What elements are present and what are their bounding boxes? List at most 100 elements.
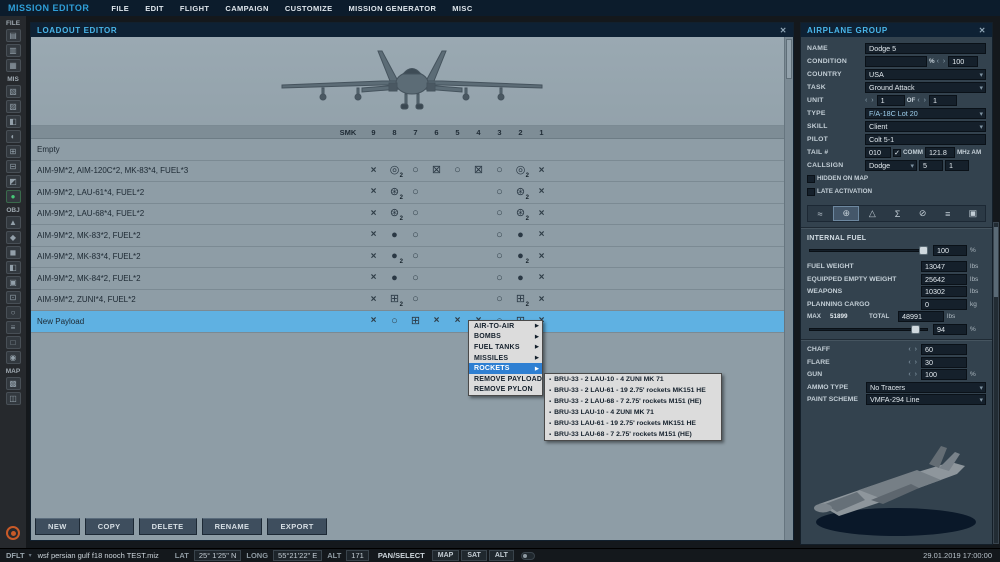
gun-value[interactable]: 100 — [921, 369, 967, 381]
tail-number-field[interactable] — [865, 147, 891, 158]
status-green-icon[interactable]: ● — [5, 190, 21, 203]
tab-failures[interactable]: ⊘ — [911, 206, 935, 221]
context-menu-item-rockets[interactable]: ROCKETS ▶ — [469, 363, 542, 374]
equipped-empty-weight-value[interactable]: 25642 — [921, 273, 967, 285]
menu-flight[interactable]: FLIGHT — [172, 4, 217, 13]
task-dropdown[interactable]: Ground Attack — [865, 82, 986, 93]
menu-misc[interactable]: MISC — [444, 4, 480, 13]
late-activation-checkbox[interactable] — [807, 187, 815, 196]
callsign-number-1[interactable]: 5 — [919, 160, 943, 171]
context-menu-item-remove-pylon[interactable]: REMOVE PYLON — [469, 385, 542, 396]
menu-file[interactable]: FILE — [103, 4, 137, 13]
template-icon[interactable]: ⊡ — [5, 291, 21, 304]
zone-icon[interactable]: ○ — [5, 306, 21, 319]
right-panel-scrollbar[interactable] — [993, 222, 999, 544]
submenu-item-bru-33-lau-68-7-2-75-rockets-m151-he[interactable]: ▪ BRU-33 LAU-68 - 7 2.75' rockets M151 (H… — [545, 429, 721, 440]
options-icon[interactable]: ⊞ — [5, 145, 21, 158]
weapons-value[interactable]: 10302 — [921, 286, 967, 298]
vehicle-icon[interactable]: ◧ — [5, 261, 21, 274]
context-menu-item-remove-payload[interactable]: REMOVE PAYLOAD — [469, 374, 542, 385]
condition-number[interactable]: 100 — [948, 56, 979, 67]
condition-field[interactable] — [865, 56, 927, 67]
triggers-icon[interactable]: ◩ — [5, 175, 21, 188]
rename-button[interactable]: RENAME — [201, 518, 263, 535]
name-field[interactable] — [865, 43, 986, 54]
payload-row-aim-9m-2-lau-61-4-fuel-2[interactable]: AIM-9M*2, LAU-61*4, FUEL*2 × ⊛ 2 ○ ○ ⊛ 2 × — [31, 182, 784, 204]
tab-loadout[interactable]: ⊕ — [833, 206, 860, 221]
toggle-pill-icon[interactable] — [520, 551, 535, 560]
payload-row-aim-9m-2-mk-83-4-fuel-2[interactable]: AIM-9M*2, MK-83*4, FUEL*2 × ● 2 ○ ○ ● 2 × — [31, 246, 784, 268]
hidden-on-map-checkbox[interactable] — [807, 174, 815, 183]
payload-row-empty[interactable]: Empty — [31, 139, 784, 161]
close-icon[interactable]: ✕ — [780, 26, 787, 35]
loadout-scrollbar[interactable] — [784, 37, 793, 540]
submenu-item-bru-33-lau-10-4-zuni-mk-71[interactable]: ▪ BRU-33 LAU-10 - 4 ZUNI MK 71 — [545, 407, 721, 418]
skill-dropdown[interactable]: Client — [865, 121, 986, 132]
submenu-item-bru-33-2-lau-10-4-zuni-mk-71[interactable]: ▪ BRU-33 - 2 LAU-10 - 4 ZUNI MK 71 — [545, 374, 721, 385]
condition-spinner-icon[interactable]: ‹ › — [937, 58, 947, 65]
comm-frequency-field[interactable] — [924, 147, 955, 158]
marker-icon[interactable]: ◉ — [5, 351, 21, 364]
tab-advanced[interactable]: △ — [860, 206, 884, 221]
gun-spinner-icon[interactable]: ‹ › — [908, 371, 918, 378]
time-icon[interactable]: ◐ — [5, 130, 21, 143]
context-menu-item-air-to-air[interactable]: AIR-TO-AIR ▶ — [469, 321, 542, 332]
context-menu-item-fuel-tanks[interactable]: FUEL TANKS ▶ — [469, 342, 542, 353]
chaff-spinner-icon[interactable]: ‹ › — [908, 346, 918, 353]
save-mission-icon[interactable]: ▦ — [5, 59, 21, 72]
helicopter-icon[interactable]: ◆ — [5, 231, 21, 244]
weather-icon[interactable]: ◧ — [5, 115, 21, 128]
menu-mission-generator[interactable]: MISSION GENERATOR — [341, 4, 445, 13]
statusbar-alt-button[interactable]: ALT — [488, 550, 514, 561]
new-mission-icon[interactable]: ▤ — [5, 29, 21, 42]
layers-icon[interactable]: ▩ — [5, 377, 21, 390]
payload-row-aim-9m-2-mk-83-2-fuel-2[interactable]: AIM-9M*2, MK-83*2, FUEL*2 × ● ○ ○ ● × — [31, 225, 784, 247]
payload-row-aim-9m-2-mk-84-2-fuel-2[interactable]: AIM-9M*2, MK-84*2, FUEL*2 × ● ○ ○ ● × — [31, 268, 784, 290]
planning-cargo-value[interactable]: 0 — [921, 298, 967, 310]
airplane-icon[interactable]: ▲ — [5, 216, 21, 229]
callsign-number-2[interactable]: 1 — [945, 160, 969, 171]
ship-icon[interactable]: ◼ — [5, 246, 21, 259]
pan-select-label[interactable]: PAN/SELECT — [378, 551, 425, 560]
tab-route[interactable]: ≈ — [808, 206, 832, 221]
tab-summary[interactable]: Σ — [885, 206, 909, 221]
flare-value[interactable]: 30 — [921, 356, 967, 368]
aircraft-3d-preview[interactable] — [801, 422, 992, 544]
statusbar-map-button[interactable]: MAP — [431, 550, 460, 561]
country-dropdown[interactable]: USA — [865, 69, 986, 80]
fuel-weight-value[interactable]: 13047 — [921, 261, 967, 273]
menu-campaign[interactable]: CAMPAIGN — [217, 4, 276, 13]
context-menu-item-missiles[interactable]: MISSILES ▶ — [469, 353, 542, 364]
copy-button[interactable]: COPY — [84, 518, 134, 535]
type-dropdown[interactable]: F/A-18C Lot 20 — [865, 108, 986, 119]
total-weight-slider[interactable] — [809, 324, 928, 334]
submenu-item-bru-33-lau-61-19-2-75-rockets-mk151-he[interactable]: ▪ BRU-33 LAU-61 - 19 2.75' rockets MK151 … — [545, 418, 721, 429]
map-options-icon[interactable]: ◫ — [5, 392, 21, 405]
delete-button[interactable]: DELETE — [138, 518, 197, 535]
paint-scheme-dropdown[interactable]: VMFA-294 Line — [866, 394, 986, 406]
pilot-field[interactable] — [865, 134, 986, 145]
export-button[interactable]: EXPORT — [267, 518, 327, 535]
close-icon[interactable]: ✕ — [979, 26, 986, 35]
callsign-dropdown[interactable]: Dodge — [865, 160, 917, 171]
ammo-type-dropdown[interactable]: No Tracers — [866, 381, 986, 393]
submenu-item-bru-33-2-lau-61-19-2-75-rockets-mk151-he[interactable]: ▪ BRU-33 - 2 LAU-61 - 19 2.75' rockets MK… — [545, 385, 721, 396]
payload-row-aim-9m-2-zuni-4-fuel-2[interactable]: AIM-9M*2, ZUNI*4, FUEL*2 × ⊞ 2 ○ ○ ⊞ 2 × — [31, 289, 784, 311]
label-icon[interactable]: □ — [5, 336, 21, 349]
open-mission-icon[interactable]: ▥ — [5, 44, 21, 57]
total-percent-value[interactable]: 94 — [933, 323, 967, 335]
internal-fuel-value[interactable]: 100 — [933, 244, 967, 256]
briefing-icon[interactable]: ▧ — [5, 85, 21, 98]
menu-customize[interactable]: CUSTOMIZE — [277, 4, 341, 13]
chaff-value[interactable]: 60 — [921, 344, 967, 356]
new-button[interactable]: NEW — [35, 518, 80, 535]
conditions-icon[interactable]: ▨ — [5, 100, 21, 113]
menu-edit[interactable]: EDIT — [137, 4, 172, 13]
payload-row-aim-9m-2-lau-68-4-fuel-2[interactable]: AIM-9M*2, LAU-68*4, FUEL*2 × ⊛ 2 ○ ○ ⊛ 2 × — [31, 203, 784, 225]
static-object-icon[interactable]: ▣ — [5, 276, 21, 289]
rules-icon[interactable]: ⊟ — [5, 160, 21, 173]
payload-row-aim-9m-2-aim-120c-2-mk-83-4-fuel-3[interactable]: AIM-9M*2, AIM-120C*2, MK-83*4, FUEL*3 × ◎ 2… — [31, 160, 784, 182]
tab-cargo[interactable]: ▣ — [961, 206, 985, 221]
submenu-item-bru-33-2-lau-68-7-2-75-rockets-m151-he[interactable]: ▪ BRU-33 - 2 LAU-68 - 7 2.75' rockets M15… — [545, 396, 721, 407]
comm-checkbox[interactable]: ✓ — [893, 148, 901, 157]
